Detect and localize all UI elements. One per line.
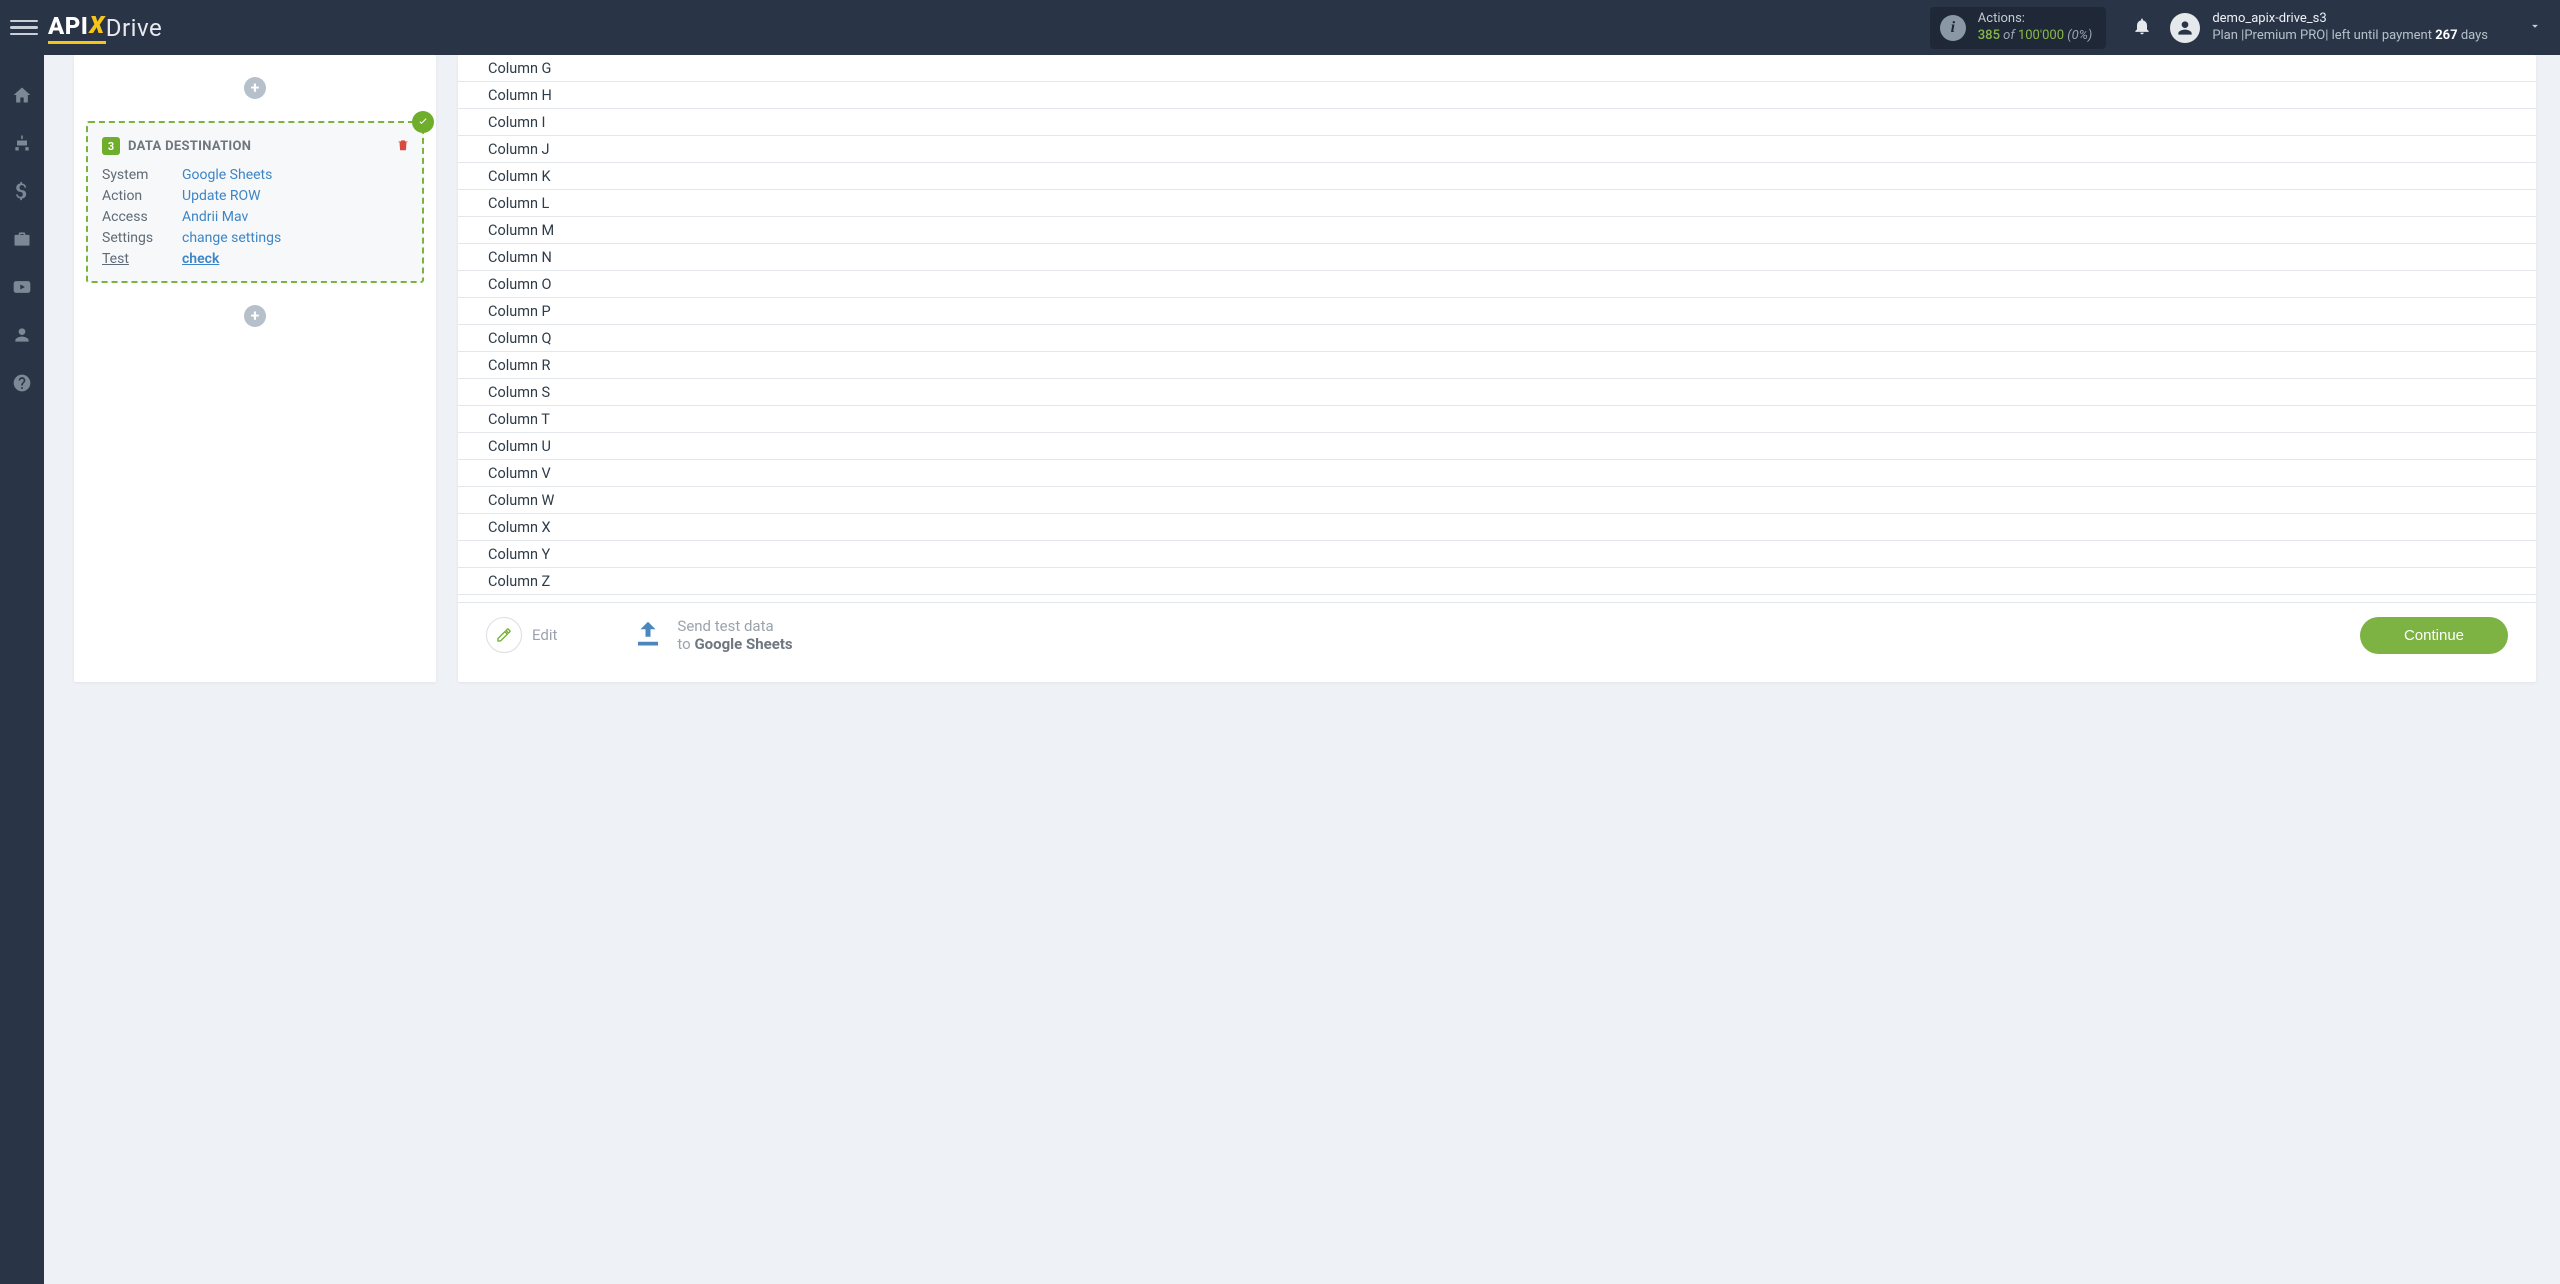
column-row[interactable]: Column G bbox=[458, 55, 2536, 82]
logo-x: X bbox=[89, 11, 104, 39]
add-step-bottom-button[interactable]: + bbox=[244, 305, 266, 327]
rail-youtube-icon[interactable] bbox=[12, 277, 32, 301]
access-link[interactable]: Andrii Mav bbox=[182, 209, 248, 225]
system-label: System bbox=[102, 167, 182, 183]
column-row[interactable]: Column O bbox=[458, 271, 2536, 298]
test-label: Test bbox=[102, 251, 182, 267]
upload-icon bbox=[631, 618, 665, 652]
actions-of: of bbox=[2000, 28, 2018, 43]
main-panel: Column GColumn HColumn IColumn JColumn K… bbox=[458, 55, 2536, 682]
actions-usage[interactable]: i Actions: 385 of 100'000 (0%) bbox=[1930, 7, 2107, 49]
column-row[interactable]: Column X bbox=[458, 514, 2536, 541]
action-link[interactable]: Update ROW bbox=[182, 188, 261, 204]
send-test-label: Send test data to Google Sheets bbox=[677, 617, 792, 655]
check-badge-icon bbox=[412, 111, 434, 133]
actions-total: 100'000 bbox=[2018, 28, 2064, 43]
step-number-badge: 3 bbox=[102, 137, 120, 155]
settings-link[interactable]: change settings bbox=[182, 230, 281, 246]
action-label: Action bbox=[102, 188, 182, 204]
user-plan: Plan |Premium PRO| left until payment 26… bbox=[2212, 28, 2488, 45]
user-name: demo_apix-drive_s3 bbox=[2212, 11, 2488, 28]
rail-sitemap-icon[interactable] bbox=[12, 133, 32, 157]
chevron-down-icon[interactable] bbox=[2528, 18, 2542, 37]
add-step-top-button[interactable]: + bbox=[244, 77, 266, 99]
actions-label: Actions: bbox=[1978, 11, 2093, 27]
column-row[interactable]: Column W bbox=[458, 487, 2536, 514]
settings-label: Settings bbox=[102, 230, 182, 246]
rail-briefcase-icon[interactable] bbox=[12, 229, 32, 253]
column-row[interactable]: Column N bbox=[458, 244, 2536, 271]
system-link[interactable]: Google Sheets bbox=[182, 167, 272, 183]
column-row[interactable]: Column J bbox=[458, 136, 2536, 163]
column-row[interactable]: Column T bbox=[458, 406, 2536, 433]
user-menu[interactable]: demo_apix-drive_s3 Plan |Premium PRO| le… bbox=[2170, 11, 2488, 45]
continue-button[interactable]: Continue bbox=[2360, 617, 2508, 654]
pencil-icon bbox=[486, 617, 522, 653]
logo[interactable]: APIX Drive bbox=[48, 12, 162, 44]
column-row[interactable]: Column S bbox=[458, 379, 2536, 406]
column-row[interactable]: Column L bbox=[458, 190, 2536, 217]
column-row[interactable]: Column I bbox=[458, 109, 2536, 136]
rail-home-icon[interactable] bbox=[12, 85, 32, 109]
column-row[interactable]: Column V bbox=[458, 460, 2536, 487]
topbar: APIX Drive i Actions: 385 of 100'000 (0%… bbox=[0, 0, 2560, 55]
info-icon: i bbox=[1940, 15, 1966, 41]
column-row[interactable]: Column R bbox=[458, 352, 2536, 379]
column-row[interactable]: Column H bbox=[458, 82, 2536, 109]
logo-api: API bbox=[48, 12, 88, 40]
edit-label: Edit bbox=[532, 626, 557, 644]
column-row[interactable]: Column P bbox=[458, 298, 2536, 325]
logo-drive: Drive bbox=[106, 14, 162, 42]
rail-billing-icon[interactable] bbox=[12, 181, 32, 205]
avatar-icon bbox=[2170, 13, 2200, 43]
rail-help-icon[interactable] bbox=[12, 373, 32, 397]
hamburger-menu-button[interactable] bbox=[10, 20, 38, 36]
side-rail bbox=[0, 55, 44, 1284]
bottom-action-bar: Edit Send test data to Google Sheets Con… bbox=[458, 602, 2536, 683]
access-label: Access bbox=[102, 209, 182, 225]
column-row[interactable]: Column U bbox=[458, 433, 2536, 460]
column-list: Column GColumn HColumn IColumn JColumn K… bbox=[458, 55, 2536, 602]
delete-destination-button[interactable] bbox=[396, 137, 410, 157]
column-row[interactable]: Column Y bbox=[458, 541, 2536, 568]
actions-pct: (0%) bbox=[2067, 28, 2092, 43]
data-destination-block[interactable]: 3 DATA DESTINATION System Google Sheets … bbox=[86, 121, 424, 283]
column-row[interactable]: Column K bbox=[458, 163, 2536, 190]
edit-button[interactable]: Edit bbox=[486, 617, 557, 653]
column-row[interactable]: Column Q bbox=[458, 325, 2536, 352]
workspace: + 3 DATA DESTINATION System Google Sheet… bbox=[44, 55, 2560, 1284]
actions-count: 385 bbox=[1978, 28, 2000, 43]
test-link[interactable]: check bbox=[182, 251, 219, 267]
rail-user-icon[interactable] bbox=[12, 325, 32, 349]
column-row[interactable]: Column Z bbox=[458, 568, 2536, 595]
bell-icon[interactable] bbox=[2132, 16, 2152, 40]
destination-title: DATA DESTINATION bbox=[128, 139, 251, 154]
column-row[interactable]: Column M bbox=[458, 217, 2536, 244]
send-test-button[interactable]: Send test data to Google Sheets bbox=[631, 617, 792, 655]
flow-sidebar-card: + 3 DATA DESTINATION System Google Sheet… bbox=[74, 55, 436, 682]
